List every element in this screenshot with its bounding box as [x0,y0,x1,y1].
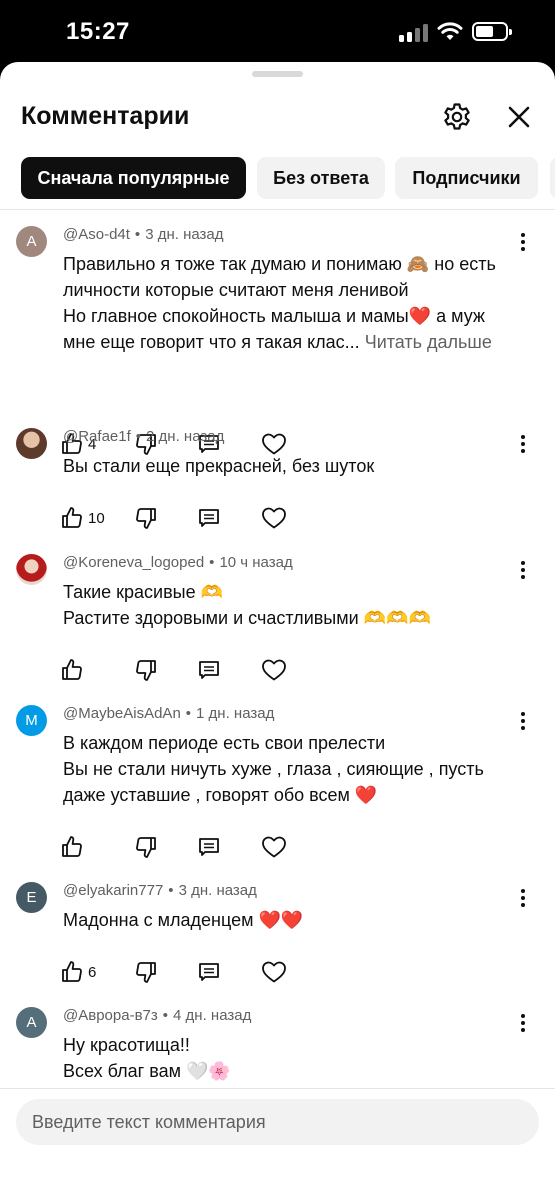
comment-input[interactable] [16,1099,539,1145]
dislike-button[interactable] [134,655,158,685]
comment-text: Мадонна с младенцем ❤️❤️ [63,910,304,930]
comment-author[interactable]: @Aso-d4t [63,226,130,243]
drag-handle[interactable] [252,71,303,77]
comment-input-bar [0,1088,555,1200]
avatar[interactable]: M [16,705,47,736]
comment-meta: @elyakarin777 • 3 дн. назад [63,882,257,899]
comment-author[interactable]: @elyakarin777 [63,882,163,899]
comment-time: 2 дн. назад [146,428,225,445]
like-count: 6 [88,963,97,981]
comment-text: Такие красивые 🫶 Растите здоровыми и сча… [63,582,431,628]
reply-button[interactable] [197,832,221,862]
thumbs-down-icon [136,837,156,858]
comment-item: A @Аврора-в7з • 4 дн. назад Ну красотища!!… [0,991,555,1088]
avatar[interactable]: E [16,882,47,913]
comment-text: Вы стали еще прекрасней, без шуток [63,456,375,476]
like-button[interactable]: 10 [60,503,105,533]
close-button[interactable] [500,98,538,136]
comments-sheet: Комментарии Сначала популярные Без ответ… [0,62,555,1200]
heart-icon [262,659,286,681]
like-button[interactable] [60,832,88,862]
chip-subscribers[interactable]: Подписчики [395,157,538,199]
status-time: 15:27 [66,18,130,45]
comment-author[interactable]: @MaybeAisAdAn [63,705,181,722]
comment-meta: @Aso-d4t • 3 дн. назад [63,226,224,243]
dislike-button[interactable] [134,957,158,987]
chip-no-reply[interactable]: Без ответа [257,157,385,199]
comment-actions: 10 [60,503,320,533]
sheet-title: Комментарии [21,102,190,130]
wifi-icon [437,22,463,40]
battery-icon [472,22,512,41]
dislike-button[interactable] [134,832,158,862]
comment-actions [60,655,320,685]
reply-bubble-icon [199,509,219,527]
thumbs-down-icon [136,962,156,983]
comment-author[interactable]: @Rafae1f [63,428,131,445]
reply-button[interactable] [197,655,221,685]
chip-popular-first[interactable]: Сначала популярные [21,157,246,199]
reply-bubble-icon [199,963,219,981]
heart-button[interactable] [261,957,287,987]
comment-item: @Rafae1f • 2 дн. назад Вы стали еще прекра… [0,412,555,538]
comment-actions [60,832,320,862]
comment-item: E @elyakarin777 • 3 дн. назад Мадонна с мл… [0,866,555,991]
avatar[interactable]: A [16,226,47,257]
thumbs-up-icon [62,659,82,680]
comment-time: 3 дн. назад [178,882,257,899]
comment-author[interactable]: @Аврора-в7з [63,1007,158,1024]
heart-icon [262,836,286,858]
like-count: 10 [88,509,105,527]
avatar[interactable] [16,428,47,459]
comment-meta: @MaybeAisAdAn • 1 дн. назад [63,705,275,722]
comment-time: 4 дн. назад [173,1007,252,1024]
thumbs-up-icon [62,507,82,528]
heart-icon [262,961,286,983]
avatar[interactable] [16,554,47,585]
status-bar: 15:27 [0,0,555,62]
comment-actions: 6 [60,957,320,987]
comment-item: @Koreneva_logoped • 10 ч назад Такие краси… [0,538,555,689]
like-button[interactable] [60,655,88,685]
chip-more[interactable] [550,157,555,199]
comment-text: В каждом периоде есть свои прелести Вы н… [63,733,484,805]
reply-bubble-icon [199,661,219,679]
heart-button[interactable] [261,503,287,533]
comment-meta: @Rafae1f • 2 дн. назад [63,428,225,445]
comment-list: A @Aso-d4t • 3 дн. назад Правильно я тоже … [0,210,555,1088]
heart-button[interactable] [261,832,287,862]
comment-meta: @Koreneva_logoped • 10 ч назад [63,554,293,571]
comment-time: 1 дн. назад [196,705,275,722]
comment-text: Правильно я тоже так думаю и понимаю 🙈 н… [63,254,496,352]
settings-button[interactable] [438,98,476,136]
thumbs-up-icon [62,836,82,857]
gear-icon [444,103,470,130]
thumbs-down-icon [136,508,156,529]
comment-item: M @MaybeAisAdAn • 1 дн. назад В каждом пер… [0,689,555,866]
thumbs-up-icon [62,961,82,982]
comment-meta: @Аврора-в7з • 4 дн. назад [63,1007,252,1024]
cellular-signal-icon [399,24,429,42]
comment-time: 10 ч назад [219,554,293,571]
close-icon [508,106,530,128]
comment-text: Ну красотища!! Всех благ вам 🤍🌸 [63,1035,231,1081]
heart-button[interactable] [261,655,287,685]
reply-bubble-icon [199,838,219,856]
avatar[interactable]: A [16,1007,47,1038]
comment-time: 3 дн. назад [145,226,224,243]
dislike-button[interactable] [134,503,158,533]
heart-icon [262,507,286,529]
reply-button[interactable] [197,503,221,533]
thumbs-down-icon [136,660,156,681]
filter-chips: Сначала популярные Без ответа Подписчики [21,157,555,199]
like-button[interactable]: 6 [60,957,96,987]
comment-item: A @Aso-d4t • 3 дн. назад Правильно я тоже … [0,210,555,455]
comment-author[interactable]: @Koreneva_logoped [63,554,204,571]
read-more-link[interactable]: Читать дальше [365,332,492,352]
reply-button[interactable] [197,957,221,987]
